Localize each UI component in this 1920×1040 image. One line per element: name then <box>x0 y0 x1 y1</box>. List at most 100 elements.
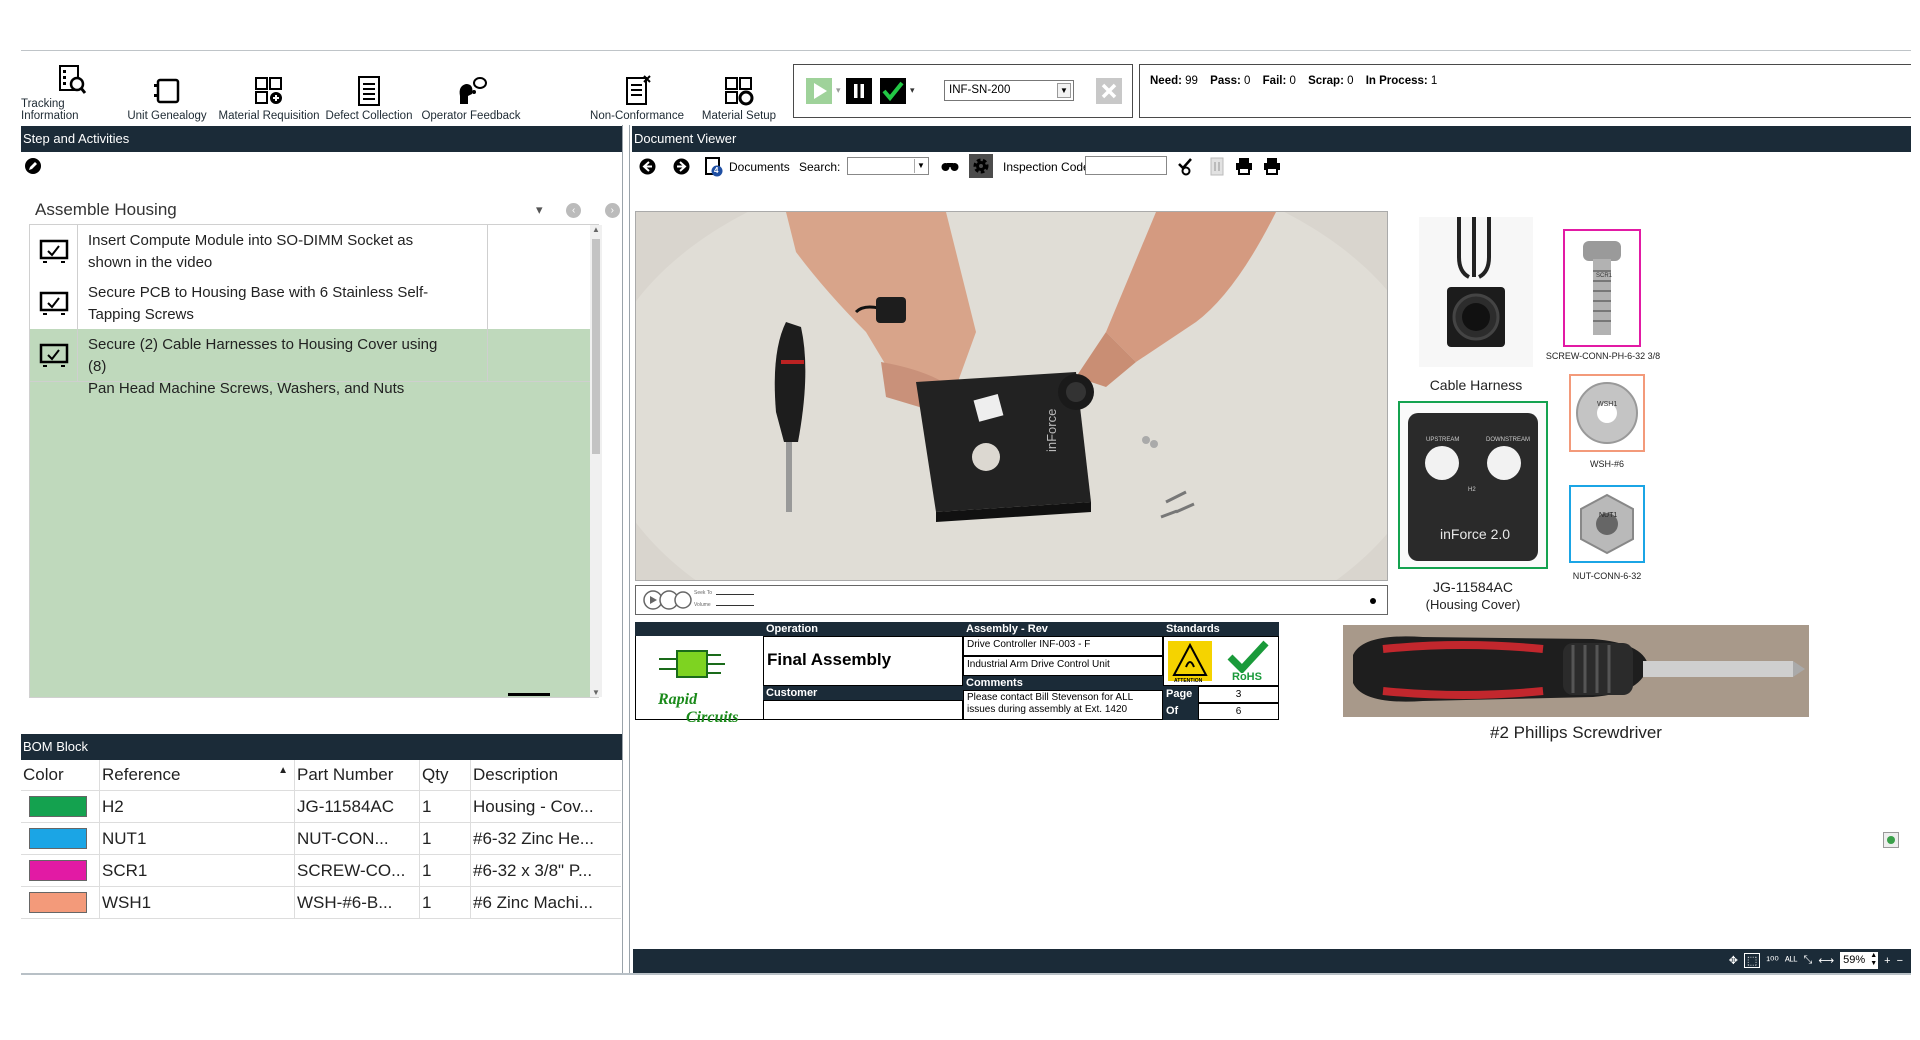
steps-scrollbar[interactable]: ▲ ▼ <box>590 225 602 697</box>
next-step-icon[interactable]: › <box>604 203 620 219</box>
search-select[interactable]: ▼ <box>847 157 929 175</box>
customer-value <box>763 700 963 720</box>
select-zoom-icon[interactable]: ⬚ <box>1743 953 1761 968</box>
bom-col-qty[interactable]: Qty <box>419 760 471 791</box>
standards-icons: ATTENTION RoHS <box>1163 636 1279 686</box>
material-requisition-label: Material Requisition <box>218 110 320 122</box>
resize-handle[interactable] <box>508 693 550 696</box>
cable-harness-caption: Cable Harness <box>1429 377 1523 393</box>
scroll-thumb[interactable] <box>592 239 600 454</box>
svg-text:inForce: inForce <box>1044 409 1059 452</box>
instruction-video[interactable]: inForce <box>635 211 1388 581</box>
of-value: 6 <box>1198 703 1279 720</box>
pan-icon[interactable]: ✥ <box>1729 954 1738 967</box>
bom-col-part-number[interactable]: Part Number <box>294 760 420 791</box>
bom-cell-ref: H2 <box>99 790 295 823</box>
bottom-border <box>21 973 1911 975</box>
complete-dropdown-arrow[interactable]: ▾ <box>910 85 915 96</box>
svg-text:H2: H2 <box>1468 487 1476 493</box>
seek-slider[interactable] <box>716 594 754 595</box>
back-icon[interactable] <box>639 158 656 175</box>
cancel-button[interactable] <box>1096 78 1122 104</box>
play-dropdown-arrow[interactable]: ▾ <box>836 85 841 96</box>
operation-value: Final Assembly <box>763 636 963 686</box>
zoom-100-icon[interactable]: ¹⁰⁰ <box>1766 954 1778 967</box>
complete-button[interactable] <box>880 78 906 104</box>
tracking-information-button[interactable]: Tracking Information <box>21 60 121 122</box>
svg-text:NUT1: NUT1 <box>1599 512 1617 519</box>
step-item[interactable]: Insert Compute Module into SO-DIMM Socke… <box>30 225 590 278</box>
tracking-icon <box>59 65 87 94</box>
material-setup-button[interactable]: Material Setup <box>697 60 781 122</box>
zoom-controls: ✥ ⬚ ¹⁰⁰ ᴬᴸᴸ ⤡ ⟷ 59% ▲ ▼ + − <box>1729 952 1903 969</box>
table-row[interactable]: NUT1 NUT-CON... 1 #6-32 Zinc He... <box>21 822 621 855</box>
video-buttons-icon[interactable] <box>642 589 692 611</box>
table-row[interactable]: WSH1 WSH-#6-B... 1 #6 Zinc Machi... <box>21 886 621 919</box>
zoom-spin-icon[interactable]: ▲ ▼ <box>1870 952 1877 968</box>
binoculars-icon[interactable] <box>941 161 959 172</box>
logo-header <box>635 622 763 636</box>
defect-collection-button[interactable]: Defect Collection <box>325 60 413 122</box>
bom-cell-desc: Housing - Cov... <box>470 790 621 823</box>
previous-step-icon[interactable]: ‹ <box>566 203 582 219</box>
step-text: Secure PCB to Housing Base with 6 Stainl… <box>88 284 429 323</box>
operation-header: Operation <box>763 622 963 636</box>
zoom-input[interactable]: 59% ▲ ▼ <box>1840 952 1879 969</box>
inspection-code-input[interactable] <box>1085 156 1167 175</box>
refresh-icon[interactable] <box>1883 832 1899 848</box>
screw-caption: SCREW-CONN-PH-6-32 3/8 <box>1545 351 1661 361</box>
fullscreen-dot-icon[interactable] <box>1370 598 1376 604</box>
assembly-controls: ▾ ‹ › <box>516 202 620 219</box>
bom-col-description[interactable]: Description <box>470 760 621 791</box>
table-row[interactable]: H2 JG-11584AC 1 Housing - Cov... <box>21 790 621 823</box>
zoom-in-icon[interactable]: + <box>1884 955 1890 967</box>
counts-panel: Need: 99 Pass: 0 Fail: 0 Scrap: 0 In Pro… <box>1139 64 1911 118</box>
volume-slider[interactable] <box>716 605 754 606</box>
steps-panel-header: Step and Activities <box>21 126 622 152</box>
housing-cover-image: UPSTREAM DOWNSTREAM H2 inForce 2.0 <box>1398 401 1548 569</box>
defect-collection-label: Defect Collection <box>325 110 413 122</box>
print-icon[interactable] <box>1235 157 1253 175</box>
zoom-width-icon[interactable]: ⟷ <box>1818 954 1834 967</box>
documents-label[interactable]: Documents <box>729 160 790 174</box>
steps-panel-title: Step and Activities <box>23 131 130 146</box>
forward-icon[interactable] <box>673 158 690 175</box>
table-row[interactable]: SCR1 SCREW-CO... 1 #6-32 x 3/8" P... <box>21 854 621 887</box>
serial-number-select[interactable]: INF-SN-200 ▼ <box>944 80 1074 101</box>
non-conformance-button[interactable]: Non-Conformance <box>587 60 687 122</box>
step-item-active[interactable]: Secure (2) Cable Harnesses to Housing Co… <box>30 329 590 397</box>
svg-text:WSH1: WSH1 <box>1597 401 1617 408</box>
check-pin-icon[interactable] <box>1177 157 1195 176</box>
play-button[interactable] <box>806 78 832 104</box>
bom-col-reference[interactable]: Reference ▲ <box>99 760 295 791</box>
unit-genealogy-button[interactable]: Unit Genealogy <box>125 60 209 122</box>
steps-panel: Assemble Housing ▾ ‹ › Insert Compute Mo… <box>21 152 621 706</box>
customer-header: Customer <box>763 686 963 700</box>
count-need: Need: 99 <box>1150 75 1198 87</box>
step-item[interactable]: Secure PCB to Housing Base with 6 Stainl… <box>30 277 590 330</box>
operator-feedback-button[interactable]: Operator Feedback <box>419 60 523 122</box>
zoom-out-icon[interactable]: − <box>1897 955 1903 967</box>
zoom-fit-icon[interactable]: ⤡ <box>1804 954 1813 967</box>
pause-button[interactable] <box>846 78 872 104</box>
unit-genealogy-label: Unit Genealogy <box>127 110 207 122</box>
settings-button[interactable] <box>969 154 993 178</box>
print-all-icon[interactable] <box>1263 157 1281 175</box>
documents-icon[interactable]: 4 <box>705 157 723 177</box>
assembly-dropdown-icon[interactable]: ▾ <box>536 202 543 218</box>
volume-label: Volume <box>694 602 711 608</box>
bom-cell-qty: 1 <box>419 886 471 919</box>
bom-col-color[interactable]: Color <box>21 760 100 791</box>
nut-caption: NUT-CONN-6-32 <box>1572 571 1642 581</box>
viewer-status-bar: ✥ ⬚ ¹⁰⁰ ᴬᴸᴸ ⤡ ⟷ 59% ▲ ▼ + − <box>633 949 1911 973</box>
zoom-all-icon[interactable]: ᴬᴸᴸ <box>1785 955 1798 967</box>
color-swatch <box>29 796 87 817</box>
inspection-code-label: Inspection Code <box>1003 160 1090 174</box>
defect-icon <box>358 76 380 106</box>
close-icon <box>1101 83 1117 99</box>
material-requisition-button[interactable]: Material Requisition <box>217 60 321 122</box>
screwdriver-caption: #2 Phillips Screwdriver <box>1490 723 1662 742</box>
panel-splitter[interactable] <box>622 125 630 973</box>
edit-icon[interactable] <box>25 158 41 174</box>
nut-image: NUT1 <box>1569 485 1645 563</box>
